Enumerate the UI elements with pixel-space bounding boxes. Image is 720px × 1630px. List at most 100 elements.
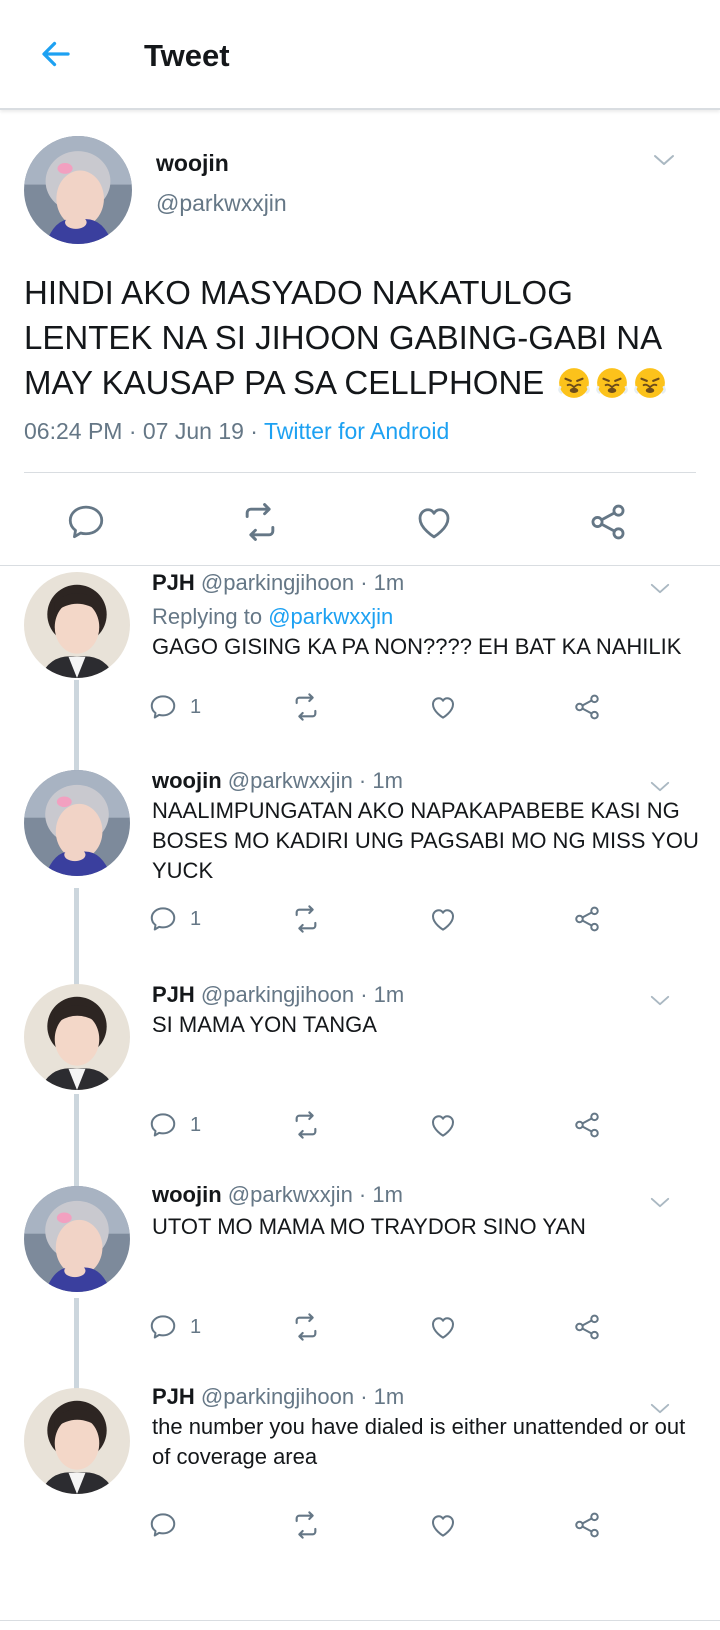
like-button[interactable] (428, 1310, 458, 1344)
reply-text: SI MAMA YON TANGA (152, 1012, 377, 1037)
reply-header: PJH @parkingjihoon · 1m (152, 570, 404, 596)
share-button[interactable] (586, 500, 630, 544)
reply-button[interactable] (64, 500, 108, 544)
speech-bubble-icon (148, 1510, 178, 1540)
reply-count: 1 (190, 907, 202, 930)
like-button[interactable] (428, 902, 458, 936)
speech-bubble-icon (148, 1110, 178, 1140)
tweet-menu-button[interactable] (646, 990, 674, 1010)
reply-header: PJH @parkingjihoon · 1m (152, 1384, 404, 1410)
tweet-text: HINDI AKO MASYADO NAKATULOG LENTEK NA SI… (24, 270, 704, 405)
replying-label: Replying to (152, 604, 263, 629)
reply-button[interactable]: 1 (148, 902, 201, 936)
arrow-left-icon (38, 36, 74, 77)
timestamp: 06:24 PM · 07 Jun 19 · (24, 418, 258, 444)
tweet-actions (0, 500, 720, 550)
divider (24, 472, 696, 473)
share-button[interactable] (572, 902, 602, 936)
share-button[interactable] (572, 1508, 602, 1542)
author-handle[interactable]: @parkingjihoon · 1m (201, 570, 404, 595)
share-icon (572, 1110, 602, 1140)
share-button[interactable] (572, 1108, 602, 1142)
replying-to-link[interactable]: @parkwxxjin (268, 604, 393, 629)
author-name[interactable]: woojin (152, 768, 222, 793)
reply-button[interactable]: 1 (148, 1310, 201, 1344)
source-link[interactable]: Twitter for Android (264, 418, 449, 444)
heart-icon (428, 904, 458, 934)
reply-text: the number you have dialed is either una… (152, 1414, 686, 1469)
reply-tweet[interactable]: woojin @parkwxxjin · 1m NAALIMPUNGATAN A… (0, 768, 720, 982)
reply-header: woojin @parkwxxjin · 1m (152, 768, 403, 794)
reply-tweet[interactable]: woojin @parkwxxjin · 1m UTOT MO MAMA MO … (0, 1182, 720, 1388)
chevron-down-icon (649, 581, 671, 596)
chevron-down-icon (649, 993, 671, 1008)
avatar[interactable] (24, 136, 132, 244)
share-button[interactable] (572, 1310, 602, 1344)
reply-count: 1 (190, 1113, 202, 1136)
avatar[interactable] (24, 770, 130, 876)
share-icon (572, 904, 602, 934)
reply-button[interactable] (148, 1508, 190, 1542)
author-handle[interactable]: @parkingjihoon · 1m (201, 1384, 404, 1409)
avatar[interactable] (24, 984, 130, 1090)
tweet-menu-button[interactable] (650, 150, 678, 170)
reply-actions: 1 (0, 1310, 720, 1344)
retweet-button[interactable] (290, 1508, 322, 1542)
author-handle[interactable]: @parkwxxjin · 1m (228, 1182, 403, 1207)
like-button[interactable] (428, 690, 458, 724)
like-button[interactable] (428, 1108, 458, 1142)
share-button[interactable] (572, 690, 602, 724)
reply-button[interactable]: 1 (148, 690, 201, 724)
avatar[interactable] (24, 1186, 130, 1292)
divider (0, 1620, 720, 1621)
reply-button[interactable]: 1 (148, 1108, 201, 1142)
replying-to: Replying to @parkwxxjin (152, 604, 393, 630)
retweet-button[interactable] (290, 1310, 322, 1344)
author-name[interactable]: woojin (156, 150, 229, 177)
tweet-meta: 06:24 PM · 07 Jun 19 · Twitter for Andro… (24, 418, 449, 445)
author-handle[interactable]: @parkingjihoon · 1m (201, 982, 404, 1007)
avatar[interactable] (24, 1388, 130, 1494)
retweet-icon (290, 903, 322, 935)
chevron-down-icon (649, 1195, 671, 1210)
heart-icon (428, 1312, 458, 1342)
avatar[interactable] (24, 572, 130, 678)
speech-bubble-icon (65, 501, 107, 543)
author-handle[interactable]: @parkwxxjin (156, 190, 287, 217)
tweet-menu-button[interactable] (646, 776, 674, 796)
retweet-button[interactable] (290, 690, 322, 724)
reply-tweet[interactable]: PJH @parkingjihoon · 1m SI MAMA YON TANG… (0, 980, 720, 1186)
reply-tweet[interactable]: PJH @parkingjihoon · 1m Replying to @par… (0, 566, 720, 780)
reply-actions (0, 1508, 720, 1542)
back-button[interactable] (36, 36, 76, 76)
author-name[interactable]: PJH (152, 570, 195, 595)
tweet-menu-button[interactable] (646, 578, 674, 598)
retweet-button[interactable] (290, 1108, 322, 1142)
author-name[interactable]: PJH (152, 982, 195, 1007)
speech-bubble-icon (148, 692, 178, 722)
chevron-down-icon (652, 152, 676, 168)
share-icon (587, 501, 629, 543)
top-app-bar: Tweet (0, 0, 720, 110)
author-handle[interactable]: @parkwxxjin · 1m (228, 768, 403, 793)
heart-icon (428, 1110, 458, 1140)
like-button[interactable] (412, 500, 456, 544)
author-name[interactable]: woojin (152, 1182, 222, 1207)
face-with-steam-icon (595, 366, 629, 400)
speech-bubble-icon (148, 904, 178, 934)
reply-tweet[interactable]: PJH @parkingjihoon · 1m the number you h… (0, 1384, 720, 1620)
retweet-button[interactable] (290, 902, 322, 936)
share-icon (572, 1510, 602, 1540)
reply-count: 1 (190, 695, 202, 718)
heart-icon (413, 501, 455, 543)
page-title: Tweet (144, 38, 230, 73)
retweet-button[interactable] (238, 500, 282, 544)
reply-text: UTOT MO MAMA MO TRAYDOR SINO YAN (152, 1214, 586, 1239)
author-name[interactable]: PJH (152, 1384, 195, 1409)
reply-header: woojin @parkwxxjin · 1m (152, 1182, 403, 1208)
reply-header: PJH @parkingjihoon · 1m (152, 982, 404, 1008)
reply-actions: 1 (0, 690, 720, 724)
heart-icon (428, 1510, 458, 1540)
tweet-menu-button[interactable] (646, 1192, 674, 1212)
like-button[interactable] (428, 1508, 458, 1542)
